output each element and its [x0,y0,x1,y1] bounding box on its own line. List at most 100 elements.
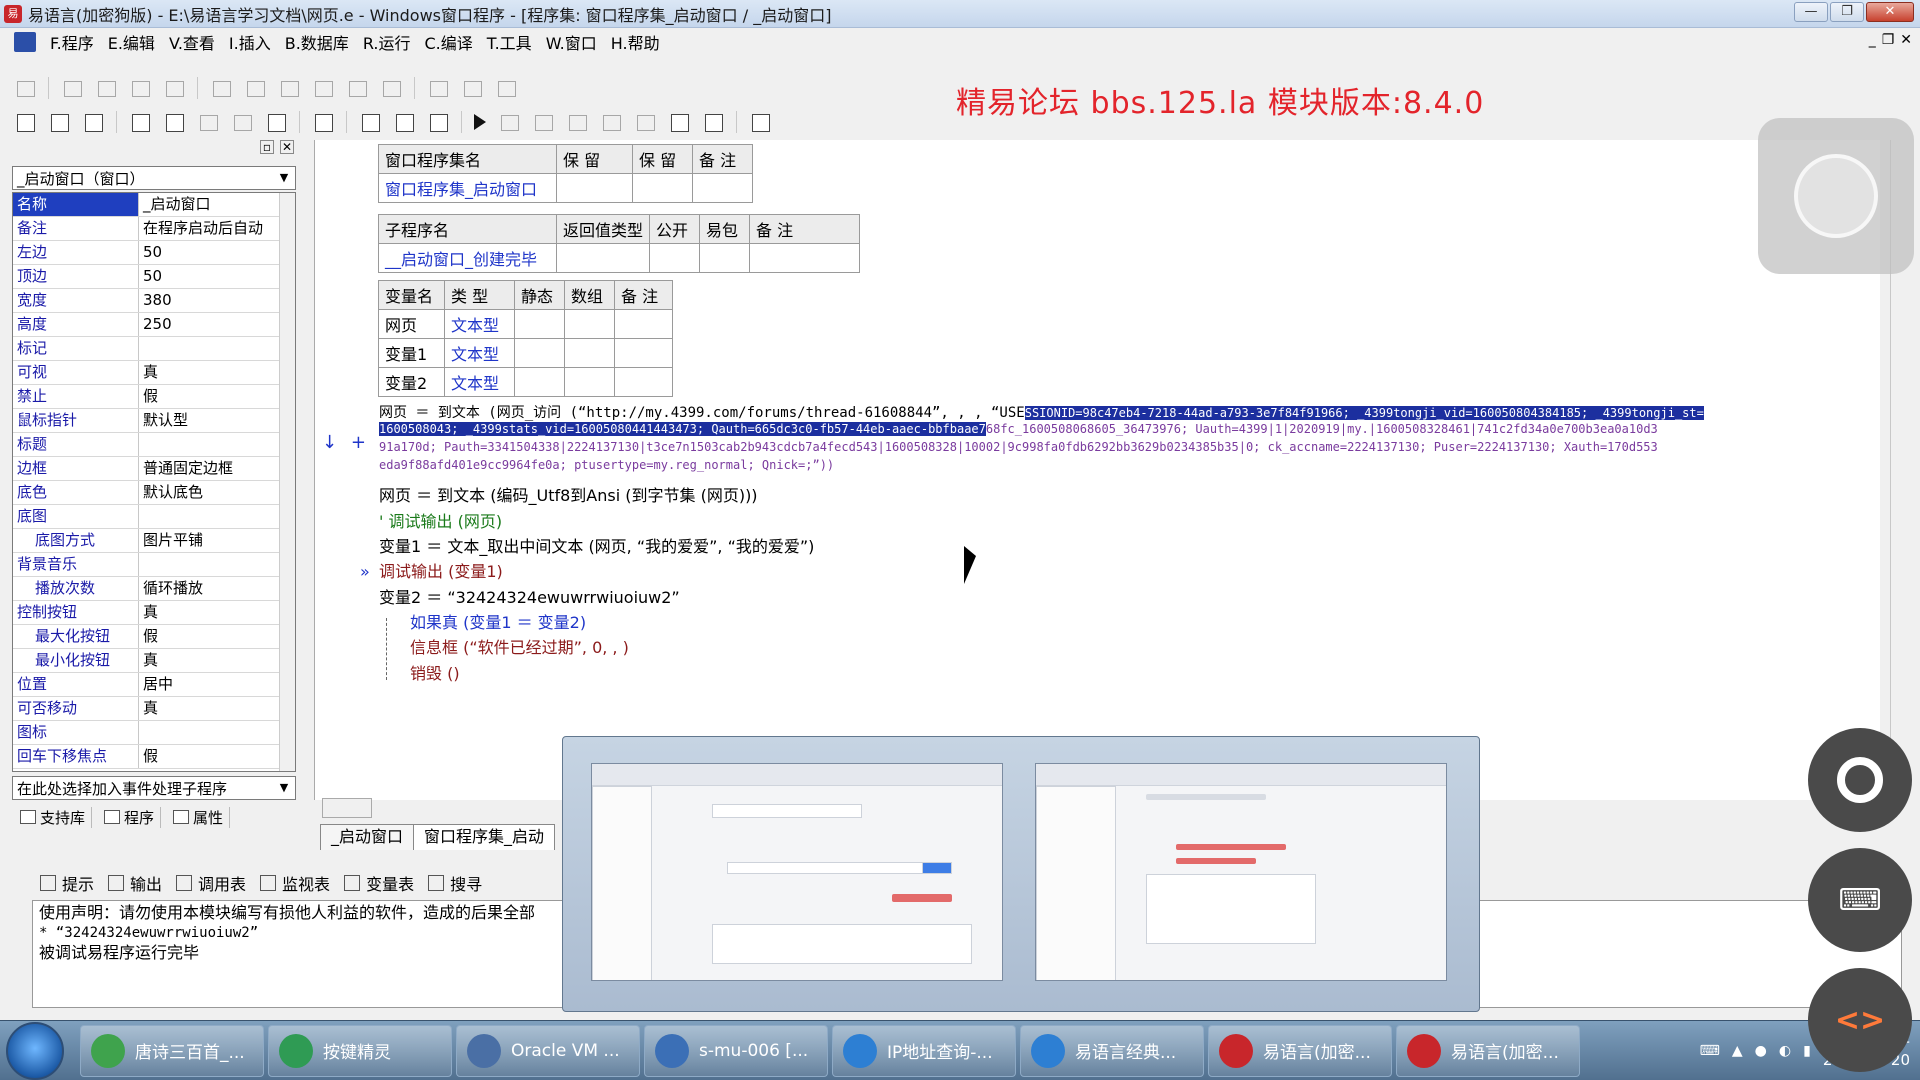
code-line[interactable]: 调试输出 (变量1) [379,558,503,582]
property-value[interactable] [139,505,269,528]
window-thumbnail[interactable] [1035,763,1447,981]
var-name-cell[interactable]: 网页 [378,309,445,339]
property-row[interactable]: 底图方式 图片平铺 [13,529,295,553]
code-comment-line[interactable]: ' 调试输出 (网页) [379,508,502,532]
taskbar-button[interactable]: 易语言(加密... [1396,1024,1580,1077]
table-cell[interactable] [556,173,633,203]
record-button[interactable] [1808,728,1912,832]
property-row[interactable]: 回车下移焦点假 [13,745,295,769]
layout-table-icon[interactable] [427,111,449,133]
mdi-minimize-button[interactable]: _ [1869,32,1876,48]
editor-horizontal-scrollbar[interactable] [322,798,372,818]
table-cell[interactable] [564,309,615,339]
property-row[interactable]: 顶边 50 [13,265,295,289]
menu-edit[interactable]: E.编辑 [108,30,155,54]
table-cell[interactable] [614,309,673,339]
property-row[interactable]: 可否移动真 [13,697,295,721]
browser-icon[interactable]: ◐ [1779,1043,1791,1059]
menu-help[interactable]: H.帮助 [611,30,660,54]
property-row[interactable]: 禁止假 [13,385,295,409]
tab-hint[interactable]: 提示 [40,871,94,895]
close-button[interactable]: ✕ [1866,2,1914,22]
new-file-icon[interactable] [14,111,36,133]
code-line[interactable]: 变量2 ＝ “32424324ewuwrrwiuoiuw2” [379,584,680,608]
paste-icon[interactable] [197,111,219,133]
property-row[interactable]: 图标 [13,721,295,745]
start-button[interactable] [6,1021,64,1080]
property-value[interactable]: 居中 [139,673,269,696]
breakpoint-icon[interactable] [668,111,690,133]
table-cell[interactable] [514,338,565,368]
tool-plugin-icon[interactable] [749,111,771,133]
taskbar-button[interactable]: s-mu-006 [... [644,1024,828,1077]
table-cell[interactable] [699,243,751,273]
same-width-icon[interactable] [210,77,232,99]
mdi-restore-button[interactable]: ❐ [1882,32,1895,48]
var-name-cell[interactable]: 变量1 [378,338,445,368]
property-value[interactable]: 250 [139,313,269,336]
redo-icon[interactable] [231,111,253,133]
var-type-cell[interactable]: 文本型 [444,338,515,368]
mdi-close-button[interactable]: ✕ [1900,32,1912,48]
property-row[interactable]: 播放次数 循环播放 [13,577,295,601]
property-value[interactable]: 图片平铺 [139,529,269,552]
plus-icon[interactable]: + [351,432,366,453]
undo-icon[interactable] [265,111,287,133]
property-value[interactable]: 默认型 [139,409,269,432]
center-vertical-icon[interactable] [461,77,483,99]
layout-window-icon[interactable] [359,111,381,133]
property-value[interactable]: _启动窗口 [139,193,269,216]
table-cell[interactable] [632,173,693,203]
code-line[interactable]: 1600508043; _4399stats_vid=1600508044144… [379,422,1658,436]
qq-icon[interactable]: ● [1755,1043,1767,1059]
center-horizontal-icon[interactable] [427,77,449,99]
table-cell[interactable] [749,243,861,273]
chevron-down-icon[interactable]: ▼ [275,169,293,187]
property-row[interactable]: 可视真 [13,361,295,385]
taskbar-button[interactable]: 易语言经典... [1020,1024,1204,1077]
property-value[interactable]: 380 [139,289,269,312]
panel-pin-icon[interactable]: ▫ [260,140,274,154]
property-value[interactable]: 真 [139,649,269,672]
property-value[interactable]: 循环播放 [139,577,269,600]
taskbar-button[interactable]: IP地址查询-... [832,1024,1016,1077]
property-row[interactable]: 背景音乐 [13,553,295,577]
distribute-icon[interactable] [380,77,402,99]
open-folder-icon[interactable] [48,111,70,133]
tab-program[interactable]: 程序 [98,806,162,828]
property-row[interactable]: 备注 在程序启动后自动 [13,217,295,241]
property-row[interactable]: 鼠标指针 默认型 [13,409,295,433]
code-line[interactable]: 网页 ＝ 到文本 (编码_Utf8到Ansi (到字节集 (网页))) [379,482,758,506]
property-value[interactable] [139,433,269,456]
keyboard-icon[interactable]: ⌨ [1700,1043,1720,1059]
property-value[interactable]: 真 [139,361,269,384]
menu-program[interactable]: F.程序 [50,30,94,54]
property-row[interactable]: 最大化按钮假 [13,625,295,649]
property-value[interactable]: 真 [139,601,269,624]
var-type-cell[interactable]: 文本型 [444,367,515,397]
table-cell[interactable] [614,367,673,397]
code-line[interactable]: eda9f88afd401e9cc9964fe0a; ptusertype=my… [379,458,834,472]
table-cell[interactable] [614,338,673,368]
property-value[interactable] [139,721,269,744]
property-row[interactable]: 底色 默认底色 [13,481,295,505]
property-row[interactable]: 名称 _启动窗口 [13,193,295,217]
align-right-icon[interactable] [95,77,117,99]
step-out-icon[interactable] [600,111,622,133]
property-row[interactable]: 宽度 380 [13,289,295,313]
property-scrollbar[interactable] [279,193,295,771]
tab-call-stack[interactable]: 调用表 [176,871,246,895]
property-value[interactable]: 假 [139,625,269,648]
property-value[interactable]: 在程序启动后自动 [139,217,269,240]
arrow-down-icon[interactable]: ↓ [322,432,337,453]
layout-split-icon[interactable] [393,111,415,133]
taskbar-button[interactable]: Oracle VM ... [456,1024,640,1077]
var-name-cell[interactable]: 变量2 [378,367,445,397]
code-line[interactable]: 如果真 (变量1 ＝ 变量2) [410,609,586,633]
code-line[interactable]: 网页 ＝ 到文本 (网页_访问 (“http://my.4399.com/for… [379,402,1704,422]
floating-assistive-button[interactable] [1758,118,1914,274]
table-cell[interactable] [692,173,753,203]
run-to-cursor-icon[interactable] [634,111,656,133]
table-cell[interactable] [514,367,565,397]
property-row[interactable]: 控制按钮真 [13,601,295,625]
